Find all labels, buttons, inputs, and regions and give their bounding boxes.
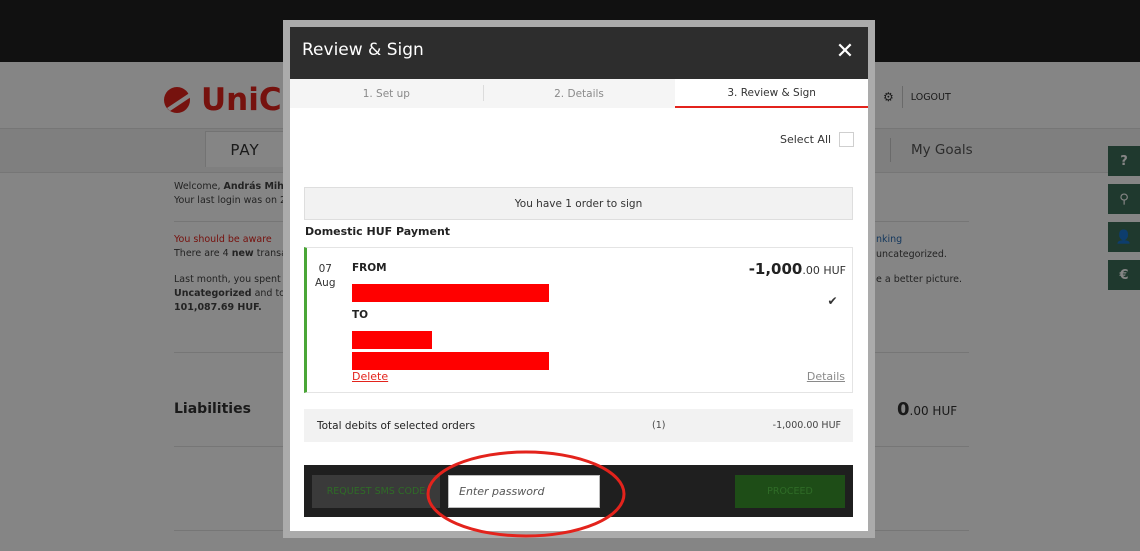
select-all-checkbox[interactable] [839,132,855,147]
from-label: FROM [352,262,387,274]
redacted-from-account [352,284,549,302]
step-set-up[interactable]: 1. Set up [290,79,483,108]
order-amount: -1,000.00 HUF [733,260,846,278]
order-details-link[interactable]: Details [797,370,845,383]
delete-order-link[interactable]: Delete [352,370,388,383]
order-month: Aug [315,277,336,289]
order-amount-int: -1,000 [748,260,803,278]
order-amount-dec: .00 HUF [802,264,846,277]
to-label: TO [352,309,369,321]
totals-row: Total debits of selected orders (1) -1,0… [304,409,853,442]
orders-to-sign-banner: You have 1 order to sign [304,187,853,220]
order-date: 07 Aug [315,262,336,290]
wizard-steps: 1. Set up 2. Details 3. Review & Sign [290,79,868,108]
step-details[interactable]: 2. Details [482,79,676,108]
totals-label: Total debits of selected orders [317,420,476,432]
select-all-label: Select All [780,133,832,146]
totals-amount: -1,000.00 HUF [772,420,841,431]
order-checkmark-icon[interactable]: ✔ [825,294,840,309]
redacted-to-name [352,331,432,349]
modal-title: Review & Sign [302,40,424,60]
redacted-to-account [352,352,549,370]
proceed-button[interactable]: PROCEED [735,475,845,508]
password-input[interactable] [448,475,600,508]
step-review-sign[interactable]: 3. Review & Sign [675,79,868,108]
payment-type-heading: Domestic HUF Payment [305,225,451,238]
sign-bar: REQUEST SMS CODE PROCEED [304,465,853,517]
modal-header: Review & Sign ✕ [290,27,868,79]
close-icon[interactable]: ✕ [834,41,856,63]
select-all[interactable]: Select All [780,132,855,147]
order-card: 07 Aug FROM TO -1,000.00 HUF ✔ Delete De… [304,247,853,393]
review-sign-modal: Review & Sign ✕ 1. Set up 2. Details 3. … [283,20,875,538]
request-sms-code-button[interactable]: REQUEST SMS CODE [312,475,440,508]
modal-body: Review & Sign ✕ 1. Set up 2. Details 3. … [290,27,868,531]
order-day: 07 [318,263,332,275]
totals-count: (1) [652,420,666,431]
